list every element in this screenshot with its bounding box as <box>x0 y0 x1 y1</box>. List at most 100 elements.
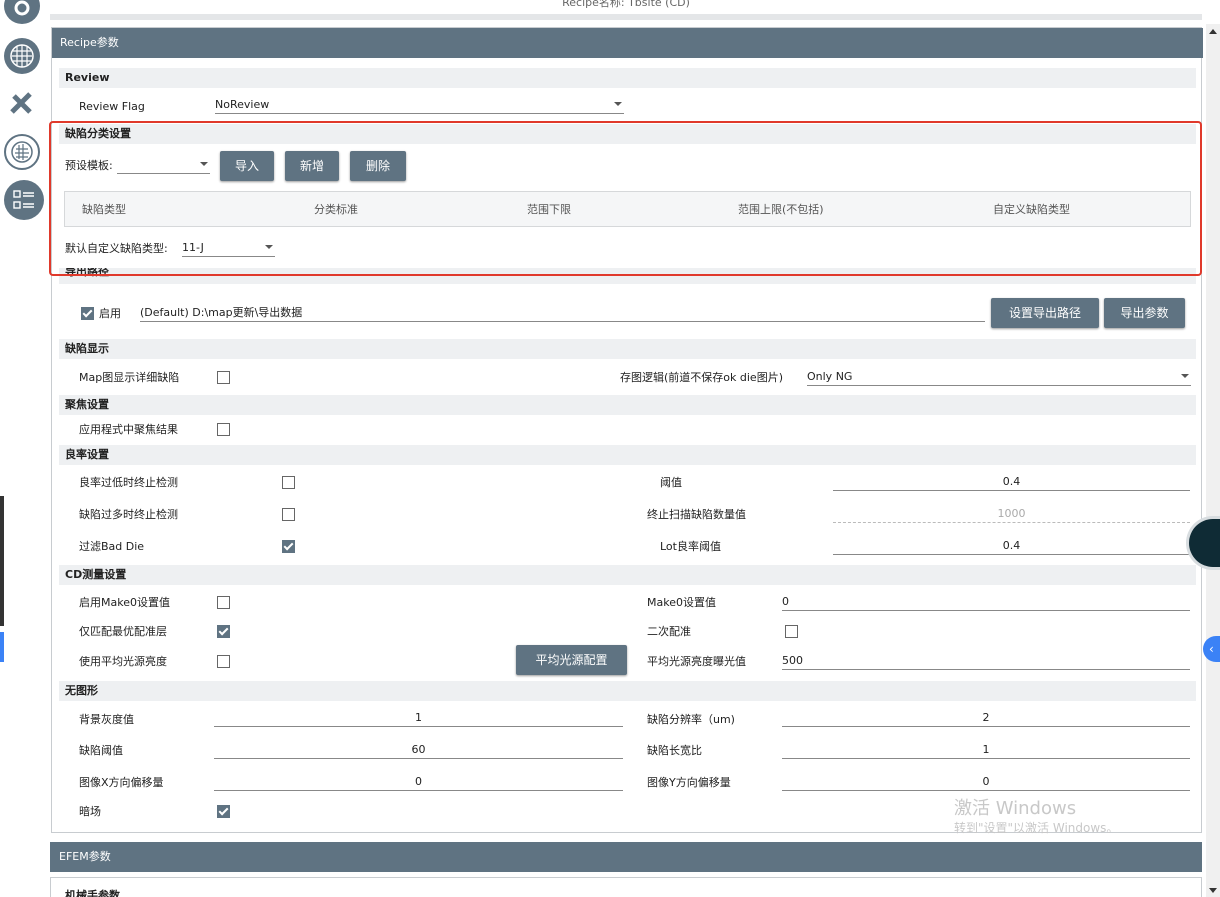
recipe-panel-title: Recipe参数 <box>52 28 1203 58</box>
efem-panel-title: EFEM参数 <box>50 842 1202 872</box>
bg-gray-label: 背景灰度值 <box>79 713 134 726</box>
section-defect-display: 缺陷显示 <box>59 339 1196 359</box>
x-offset-label: 图像X方向偏移量 <box>79 776 164 789</box>
chevron-down-icon <box>200 162 208 166</box>
checklist-icon[interactable] <box>4 180 44 220</box>
section-export-path: 导出路径 <box>59 268 1196 284</box>
scroll-down-icon[interactable] <box>1206 883 1220 897</box>
too-many-defects-label: 缺陷过多时终止检测 <box>79 508 178 521</box>
vertical-scrollbar[interactable] <box>1206 24 1220 897</box>
export-path-value: (Default) D:\map更新\导出数据 <box>140 306 303 319</box>
left-edge-tab <box>0 632 4 662</box>
lot-yield-threshold-label: Lot良率阈值 <box>660 540 721 553</box>
avg-exposure-field[interactable]: 500 <box>782 652 1190 670</box>
enable-make0-checkbox[interactable] <box>217 596 230 609</box>
export-params-button[interactable]: 导出参数 <box>1104 298 1185 328</box>
y-offset-field[interactable]: 0 <box>782 773 1190 791</box>
template-label: 预设模板: <box>65 159 113 172</box>
chevron-down-icon <box>614 102 622 106</box>
apply-focus-checkbox[interactable] <box>217 423 230 436</box>
best-layer-checkbox[interactable] <box>217 625 230 638</box>
threshold-label: 阈值 <box>660 476 682 489</box>
windows-watermark-title: 激活 Windows <box>954 798 1077 819</box>
default-type-label: 默认自定义缺陷类型: <box>65 242 168 255</box>
chevron-down-icon <box>265 245 273 249</box>
robot-params-label: 机械手参数 <box>65 889 120 897</box>
filter-bad-die-label: 过滤Bad Die <box>79 540 145 553</box>
defect-threshold-label: 缺陷阈值 <box>79 744 123 757</box>
make0-value-label: Make0设置值 <box>647 596 716 609</box>
recipe-panel: Recipe参数 Review Review Flag NoReview 缺陷分… <box>51 27 1203 833</box>
efem-sub-section: 机械手参数 <box>50 877 1202 897</box>
review-flag-label: Review Flag <box>79 100 145 113</box>
top-separator <box>50 14 1202 20</box>
section-defect-classification: 缺陷分类设置 <box>59 124 1196 144</box>
map-detail-label: Map图显示详细缺陷 <box>79 371 180 384</box>
scroll-up-icon[interactable] <box>1206 24 1220 38</box>
map-detail-checkbox[interactable] <box>217 371 230 384</box>
save-logic-select[interactable]: Only NG <box>807 368 1191 386</box>
section-cd-measure: CD测量设置 <box>59 565 1196 585</box>
darkfield-checkbox[interactable] <box>217 805 230 818</box>
low-yield-stop-label: 良率过低时终止检测 <box>79 476 178 489</box>
review-flag-value: NoReview <box>215 98 270 111</box>
apply-focus-label: 应用程式中聚焦结果 <box>79 423 178 436</box>
import-button[interactable]: 导入 <box>220 151 274 181</box>
avg-brightness-checkbox[interactable] <box>217 655 230 668</box>
delete-button[interactable]: 删除 <box>350 151 406 181</box>
threshold-field[interactable]: 0.4 <box>833 473 1190 491</box>
table-header: 缺陷类型 <box>82 203 126 216</box>
defect-class-table: 缺陷类型 分类标准 范围下限 范围上限(不包括) 自定义缺陷类型 <box>64 191 1191 227</box>
stop-scan-count-field[interactable]: 1000 <box>833 505 1190 523</box>
y-offset-label: 图像Y方向偏移量 <box>647 776 731 789</box>
avg-brightness-label: 使用平均光源亮度 <box>79 655 167 668</box>
darkfield-label: 暗场 <box>79 805 101 818</box>
save-logic-value: Only NG <box>807 370 853 383</box>
filter-bad-die-checkbox[interactable] <box>282 540 295 553</box>
avg-light-config-button[interactable]: 平均光源配置 <box>516 645 627 675</box>
enable-make0-label: 启用Make0设置值 <box>79 596 170 609</box>
table-header: 范围下限 <box>527 203 571 216</box>
best-layer-label: 仅匹配最优配准层 <box>79 625 167 638</box>
section-focus: 聚焦设置 <box>59 395 1196 415</box>
window-edge <box>0 496 4 626</box>
save-logic-label: 存图逻辑(前道不保存ok die图片) <box>620 371 783 384</box>
defect-res-field[interactable]: 2 <box>782 709 1190 727</box>
section-review: Review <box>59 68 1196 88</box>
make0-value-field[interactable]: 0 <box>782 593 1190 611</box>
low-yield-stop-checkbox[interactable] <box>282 476 295 489</box>
export-enable-checkbox[interactable] <box>81 307 94 320</box>
template-select[interactable] <box>117 156 210 174</box>
avg-exposure-label: 平均光源亮度曝光值 <box>647 655 746 668</box>
secondary-label: 二次配准 <box>647 625 691 638</box>
too-many-defects-checkbox[interactable] <box>282 508 295 521</box>
export-path-field[interactable]: (Default) D:\map更新\导出数据 <box>140 304 985 322</box>
bg-gray-field[interactable]: 1 <box>214 709 623 727</box>
left-toolbar <box>0 0 46 897</box>
settings-icon[interactable] <box>4 0 40 24</box>
x-offset-field[interactable]: 0 <box>214 773 623 791</box>
table-header: 分类标准 <box>314 203 358 216</box>
section-no-pattern: 无图形 <box>59 681 1196 701</box>
defect-threshold-field[interactable]: 60 <box>214 741 623 759</box>
defect-res-label: 缺陷分辨率（um) <box>647 713 735 726</box>
defect-aspect-label: 缺陷长宽比 <box>647 744 702 757</box>
defect-aspect-field[interactable]: 1 <box>782 741 1190 759</box>
lot-yield-threshold-field[interactable]: 0.4 <box>833 537 1190 555</box>
add-button[interactable]: 新增 <box>285 151 339 181</box>
windows-watermark-hint: 转到"设置"以激活 Windows。 <box>954 821 1119 835</box>
review-flag-select[interactable]: NoReview <box>215 96 624 114</box>
default-type-select[interactable]: 11-J <box>182 239 275 257</box>
wafer-map-icon[interactable] <box>4 134 40 170</box>
tools-icon[interactable] <box>4 86 40 122</box>
window-title: Recipe名称: Tbsite (CD) <box>562 0 690 9</box>
section-yield: 良率设置 <box>59 445 1196 465</box>
set-export-path-button[interactable]: 设置导出路径 <box>991 298 1099 328</box>
wafer-grid-icon[interactable] <box>4 38 40 74</box>
secondary-checkbox[interactable] <box>785 625 798 638</box>
table-header: 范围上限(不包括) <box>738 203 824 216</box>
default-type-value: 11-J <box>182 241 204 254</box>
export-enable-label: 启用 <box>99 307 121 320</box>
table-header: 自定义缺陷类型 <box>993 203 1070 216</box>
chevron-down-icon <box>1181 374 1189 378</box>
